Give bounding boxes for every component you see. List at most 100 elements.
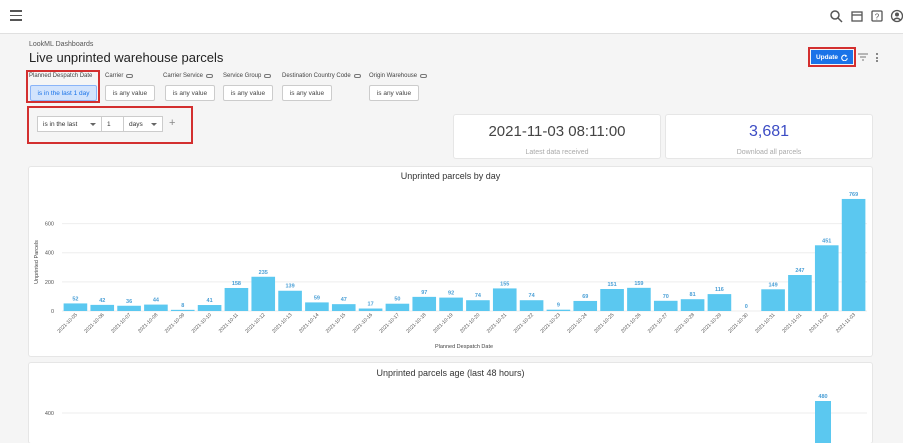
link-icon	[126, 74, 134, 78]
x-tick-label: 2021-10-11	[218, 312, 240, 334]
add-filter-button[interactable]: +	[169, 117, 175, 129]
data-label: 159	[634, 281, 643, 287]
bar[interactable]	[331, 304, 356, 311]
x-tick-label: 2021-10-17	[379, 312, 401, 334]
x-tick-label: 2021-10-31	[754, 312, 776, 334]
kpi-card-latest-data: 2021-11-03 08:11:00 Latest data received	[454, 115, 660, 158]
bar[interactable]	[63, 303, 88, 311]
more-vert-icon[interactable]	[876, 53, 879, 64]
data-label: 74	[529, 293, 536, 299]
filter-carrier-service[interactable]: is any value	[165, 85, 215, 101]
update-button[interactable]: Update	[808, 47, 856, 67]
chart-card-age: Unprinted parcels age (last 48 hours) 40…	[29, 363, 872, 443]
data-label: 50	[394, 297, 400, 303]
bar[interactable]	[197, 305, 222, 311]
bar[interactable]	[412, 296, 437, 311]
bar[interactable]	[90, 304, 115, 311]
data-label: 158	[232, 281, 241, 287]
search-icon[interactable]	[829, 9, 843, 23]
x-axis-title: Planned Despatch Date	[435, 344, 493, 350]
link-icon	[264, 74, 272, 78]
kpi-label-download[interactable]: Download all parcels	[666, 149, 872, 156]
filter-service-group[interactable]: is any value	[223, 85, 273, 101]
bar[interactable]	[251, 276, 276, 311]
x-tick-label: 2021-10-25	[593, 312, 615, 334]
chevron-down-icon	[90, 123, 96, 126]
amount-input[interactable]: 1	[101, 116, 124, 132]
bar[interactable]	[305, 302, 329, 311]
y-tick-label: 200	[45, 280, 54, 286]
x-tick-label: 2021-10-22	[513, 312, 535, 334]
operator-select[interactable]: is in the last	[37, 116, 102, 132]
x-tick-label: 2021-10-13	[271, 312, 293, 334]
bar[interactable]	[653, 300, 678, 311]
breadcrumb[interactable]: LookML Dashboards	[29, 41, 93, 48]
filter-destination-country-code[interactable]: is any value	[282, 85, 332, 101]
data-label: 17	[368, 302, 374, 308]
kpi-value-latest-data: 2021-11-03 08:11:00	[488, 123, 626, 140]
data-label: 70	[663, 294, 669, 300]
chevron-down-icon	[151, 123, 157, 126]
bar[interactable]	[358, 308, 383, 311]
bar[interactable]	[492, 288, 517, 311]
unit-select[interactable]: days	[123, 116, 163, 132]
update-label: Update	[815, 53, 839, 61]
kpi-value-total-parcels[interactable]: 3,681	[666, 123, 872, 141]
x-tick-label: 2021-10-24	[566, 312, 588, 334]
data-label: 42	[99, 298, 105, 304]
data-label: 769	[849, 192, 858, 198]
svg-text:?: ?	[875, 13, 880, 22]
bar[interactable]	[788, 275, 812, 311]
data-label: 97	[421, 290, 427, 296]
data-label: 247	[795, 268, 804, 274]
menu-icon[interactable]	[10, 10, 22, 21]
bar[interactable]	[519, 300, 544, 311]
y-tick-label: 0	[51, 309, 54, 315]
bar[interactable]	[278, 290, 302, 311]
filter-origin-warehouse[interactable]: is any value	[369, 85, 419, 101]
data-label: 139	[285, 284, 294, 290]
bar[interactable]	[224, 287, 249, 311]
data-label: 9	[557, 303, 560, 309]
bar[interactable]	[841, 198, 866, 311]
x-tick-label: 2021-10-23	[540, 312, 562, 334]
bar[interactable]	[170, 309, 195, 311]
kpi-card-download[interactable]: 3,681 Download all parcels	[666, 115, 872, 158]
bar[interactable]	[761, 289, 785, 311]
page-title: Live unprinted warehouse parcels	[29, 50, 224, 65]
bar[interactable]	[117, 305, 141, 311]
bar[interactable]	[546, 309, 571, 311]
x-tick-label: 2021-10-10	[191, 312, 213, 334]
data-label: 81	[690, 292, 696, 298]
x-tick-label: 2021-10-20	[459, 312, 481, 334]
x-tick-label: 2021-10-21	[486, 312, 508, 334]
bar[interactable]	[600, 288, 624, 311]
calendar-icon[interactable]	[850, 9, 864, 23]
amount-value: 1	[107, 120, 111, 128]
data-label: 44	[153, 298, 160, 304]
data-label: 59	[314, 295, 320, 301]
data-label: 235	[259, 270, 268, 276]
data-label: 8	[181, 303, 184, 309]
bar[interactable]	[385, 303, 410, 311]
data-label: 36	[126, 299, 132, 305]
link-icon	[353, 74, 361, 78]
bar[interactable]	[815, 401, 831, 443]
bar[interactable]	[439, 297, 463, 311]
bar[interactable]	[814, 245, 839, 311]
data-label: 0	[745, 304, 748, 310]
data-label: 47	[341, 297, 347, 303]
bar-chart-by-day: 0 200 400 600 52 2021-10-05 42 2021-10-06 36 2021…	[34, 192, 867, 350]
bar[interactable]	[707, 294, 732, 311]
bar[interactable]	[466, 300, 490, 311]
filter-label-service-group: Service Group	[223, 73, 272, 79]
data-label: 149	[768, 282, 777, 288]
help-icon[interactable]: ?	[870, 9, 884, 23]
bar[interactable]	[680, 299, 705, 311]
filter-icon[interactable]	[858, 53, 868, 61]
bar[interactable]	[627, 287, 651, 311]
filter-carrier[interactable]: is any value	[105, 85, 155, 101]
bar[interactable]	[573, 300, 598, 311]
bar[interactable]	[144, 304, 168, 311]
account-icon[interactable]	[890, 9, 903, 23]
